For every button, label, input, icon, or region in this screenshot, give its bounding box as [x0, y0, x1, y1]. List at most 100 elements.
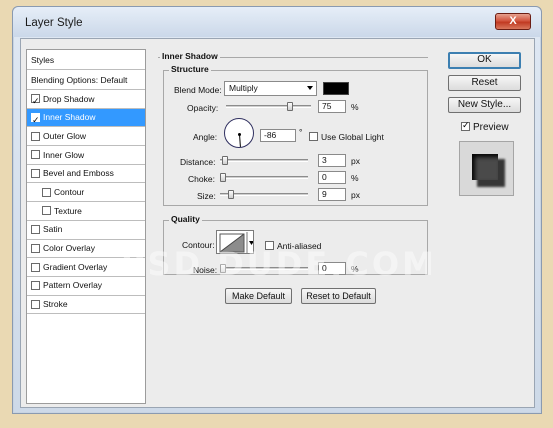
- style-item-inner-glow[interactable]: Inner Glow: [27, 146, 145, 165]
- style-item-contour[interactable]: Contour: [27, 183, 145, 203]
- choke-unit: %: [351, 173, 359, 183]
- use-global-light-checkbox[interactable]: [309, 132, 318, 141]
- style-item-label: Blending Options: Default: [31, 74, 128, 85]
- distance-input[interactable]: 3: [318, 154, 346, 167]
- style-item-blending-options-default[interactable]: Blending Options: Default: [27, 70, 145, 90]
- size-input[interactable]: 9: [318, 188, 346, 201]
- distance-unit: px: [351, 156, 360, 166]
- contour-picker[interactable]: [216, 230, 254, 254]
- close-button[interactable]: X: [495, 13, 531, 30]
- style-preview-thumbnail: [459, 141, 514, 196]
- title-bar[interactable]: Layer Style X: [13, 7, 541, 37]
- anti-aliased-checkbox[interactable]: [265, 241, 274, 250]
- noise-label: Noise:: [193, 265, 218, 275]
- blend-mode-value: Multiply: [229, 83, 258, 93]
- choke-slider[interactable]: [220, 176, 308, 179]
- opacity-label: Opacity:: [187, 103, 219, 113]
- style-item-stroke[interactable]: Stroke: [27, 296, 145, 315]
- blend-mode-label: Blend Mode:: [174, 85, 222, 95]
- style-item-label: Color Overlay: [43, 243, 95, 253]
- size-label: Size:: [197, 191, 216, 201]
- angle-label: Angle:: [193, 132, 218, 142]
- style-item-checkbox[interactable]: [31, 150, 40, 160]
- style-item-checkbox[interactable]: [31, 262, 40, 272]
- opacity-slider[interactable]: [226, 105, 311, 108]
- styles-header[interactable]: Styles: [27, 50, 145, 70]
- angle-dial[interactable]: [224, 118, 254, 148]
- preview-square-icon: [472, 154, 498, 180]
- noise-slider-thumb[interactable]: [220, 264, 226, 273]
- style-item-checkbox[interactable]: [42, 206, 51, 216]
- choke-label: Choke:: [188, 174, 215, 184]
- style-item-label: Drop Shadow: [43, 93, 95, 104]
- style-item-label: Outer Glow: [43, 130, 86, 141]
- distance-slider-thumb[interactable]: [222, 156, 228, 165]
- dialog-client: Styles Blending Options: Default Drop Sha…: [20, 38, 535, 408]
- style-item-outer-glow[interactable]: Outer Glow: [27, 127, 145, 147]
- angle-needle-icon: [239, 133, 241, 147]
- opacity-slider-thumb[interactable]: [286, 102, 293, 111]
- blend-mode-select[interactable]: Multiply: [224, 81, 317, 96]
- style-item-label: Inner Shadow: [43, 112, 96, 123]
- style-item-label: Contour: [54, 186, 85, 197]
- opacity-input[interactable]: 75: [318, 100, 346, 113]
- close-icon: X: [509, 15, 517, 27]
- size-unit: px: [351, 190, 360, 200]
- style-item-checkbox[interactable]: [31, 299, 40, 309]
- structure-title: Structure: [169, 64, 211, 74]
- style-item-checkbox[interactable]: [31, 92, 40, 111]
- shadow-color-swatch[interactable]: [323, 82, 349, 95]
- style-item-checkbox[interactable]: [31, 243, 40, 253]
- style-item-label: Inner Glow: [43, 149, 85, 160]
- style-item-color-overlay[interactable]: Color Overlay: [27, 240, 145, 259]
- style-item-checkbox[interactable]: [31, 131, 40, 141]
- style-item-satin[interactable]: Satin: [27, 221, 145, 240]
- chevron-down-icon: [307, 86, 313, 90]
- styles-list: Styles Blending Options: Default Drop Sha…: [26, 49, 146, 404]
- make-default-button[interactable]: Make Default: [225, 288, 292, 304]
- style-item-texture[interactable]: Texture: [27, 202, 145, 221]
- styles-items: Blending Options: Default Drop Shadow Inne…: [27, 70, 145, 315]
- preview-label: Preview: [473, 122, 509, 133]
- distance-label: Distance:: [180, 157, 216, 167]
- angle-input[interactable]: -86: [260, 129, 296, 142]
- distance-slider[interactable]: [220, 159, 308, 162]
- style-item-label: Satin: [43, 224, 63, 235]
- style-item-label: Gradient Overlay: [43, 261, 108, 272]
- choke-input[interactable]: 0: [318, 171, 346, 184]
- noise-unit: %: [351, 264, 359, 274]
- reset-button[interactable]: Reset: [448, 75, 521, 91]
- window-title: Layer Style: [25, 17, 83, 29]
- use-global-light-label: Use Global Light: [321, 132, 384, 142]
- style-item-checkbox[interactable]: [31, 281, 40, 291]
- ok-button[interactable]: OK: [448, 52, 521, 69]
- style-item-gradient-overlay[interactable]: Gradient Overlay: [27, 258, 145, 277]
- preview-checkbox[interactable]: [461, 120, 470, 131]
- size-slider-thumb[interactable]: [228, 190, 234, 199]
- new-style-button[interactable]: New Style...: [448, 97, 521, 113]
- style-item-checkbox[interactable]: [31, 169, 40, 179]
- style-item-label: Pattern Overlay: [43, 280, 103, 291]
- contour-label: Contour:: [182, 240, 215, 250]
- style-item-inner-shadow[interactable]: Inner Shadow: [27, 108, 145, 130]
- style-item-drop-shadow[interactable]: Drop Shadow: [27, 90, 145, 111]
- style-item-checkbox[interactable]: [31, 111, 40, 130]
- noise-input[interactable]: 0: [318, 262, 346, 275]
- style-item-label: Stroke: [43, 299, 68, 310]
- quality-title: Quality: [169, 214, 202, 224]
- angle-unit: °: [299, 127, 303, 137]
- style-item-label: Bevel and Emboss: [43, 168, 114, 179]
- choke-slider-thumb[interactable]: [220, 173, 226, 182]
- opacity-unit: %: [351, 102, 359, 112]
- layer-style-dialog: Layer Style X Styles Blending Options: D…: [12, 6, 542, 414]
- style-item-checkbox[interactable]: [31, 225, 40, 235]
- noise-slider[interactable]: [220, 267, 308, 270]
- anti-aliased-label: Anti-aliased: [277, 241, 322, 251]
- reset-to-default-button[interactable]: Reset to Default: [301, 288, 376, 304]
- style-item-checkbox[interactable]: [42, 187, 51, 197]
- style-item-bevel-and-emboss[interactable]: Bevel and Emboss: [27, 165, 145, 184]
- style-item-pattern-overlay[interactable]: Pattern Overlay: [27, 277, 145, 296]
- inner-shadow-title: Inner Shadow: [160, 51, 220, 61]
- style-item-label: Texture: [54, 205, 82, 216]
- contour-curve-icon: [219, 232, 253, 253]
